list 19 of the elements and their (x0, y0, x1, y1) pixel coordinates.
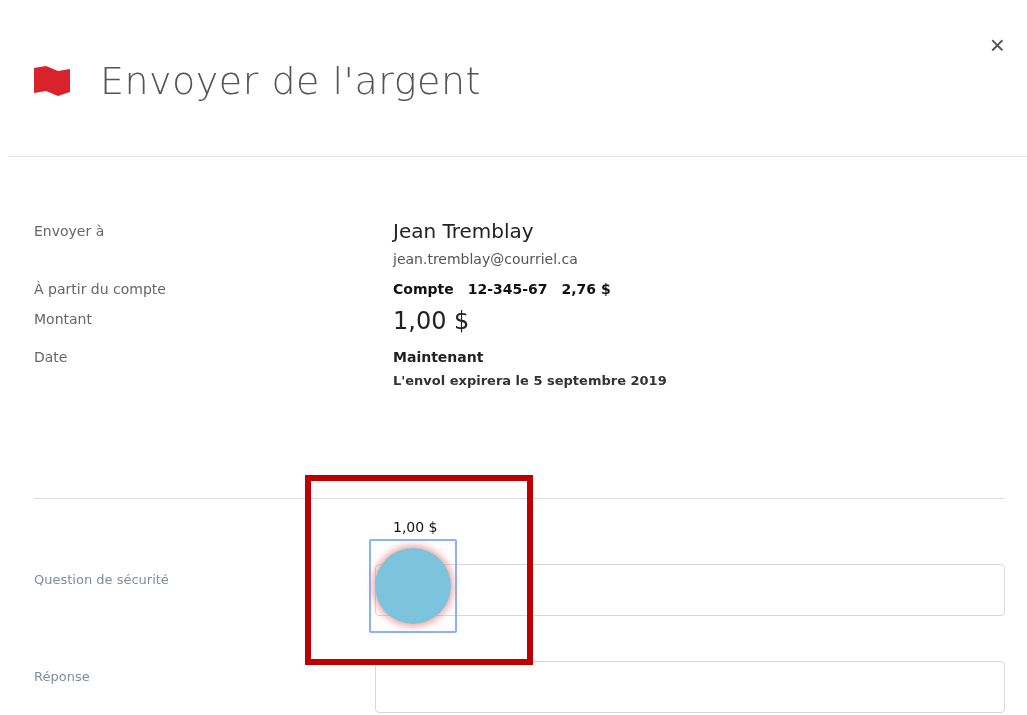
amount-value: 1,00 $ (393, 307, 471, 335)
account-info: 2,76 $ (561, 281, 611, 297)
field-label: Envoyer à (34, 222, 106, 239)
field-label: Date (34, 348, 69, 365)
field-label: Réponse (34, 668, 91, 684)
recipient-name: Jean Tremblay (393, 219, 535, 243)
account-info: 12-345-67 (467, 281, 548, 297)
answer-field[interactable] (375, 661, 1005, 713)
close-button[interactable]: × (985, 30, 1009, 61)
recipient-email: jean.tremblay@courriel.ca (393, 251, 579, 267)
date-value: Maintenant (393, 348, 485, 365)
field-label: Question de sécurité (34, 571, 170, 587)
field-label: Montant (34, 310, 93, 327)
dialog-title: Envoyer de l'argent (100, 59, 481, 103)
account-info: Compte (393, 281, 454, 297)
amount-text: 1,00 $ (392, 519, 439, 535)
expiry-note: L'envol expirera le 5 septembre 2019 (393, 373, 668, 388)
flag-icon (32, 64, 72, 98)
field-label: À partir du compte (34, 280, 167, 297)
